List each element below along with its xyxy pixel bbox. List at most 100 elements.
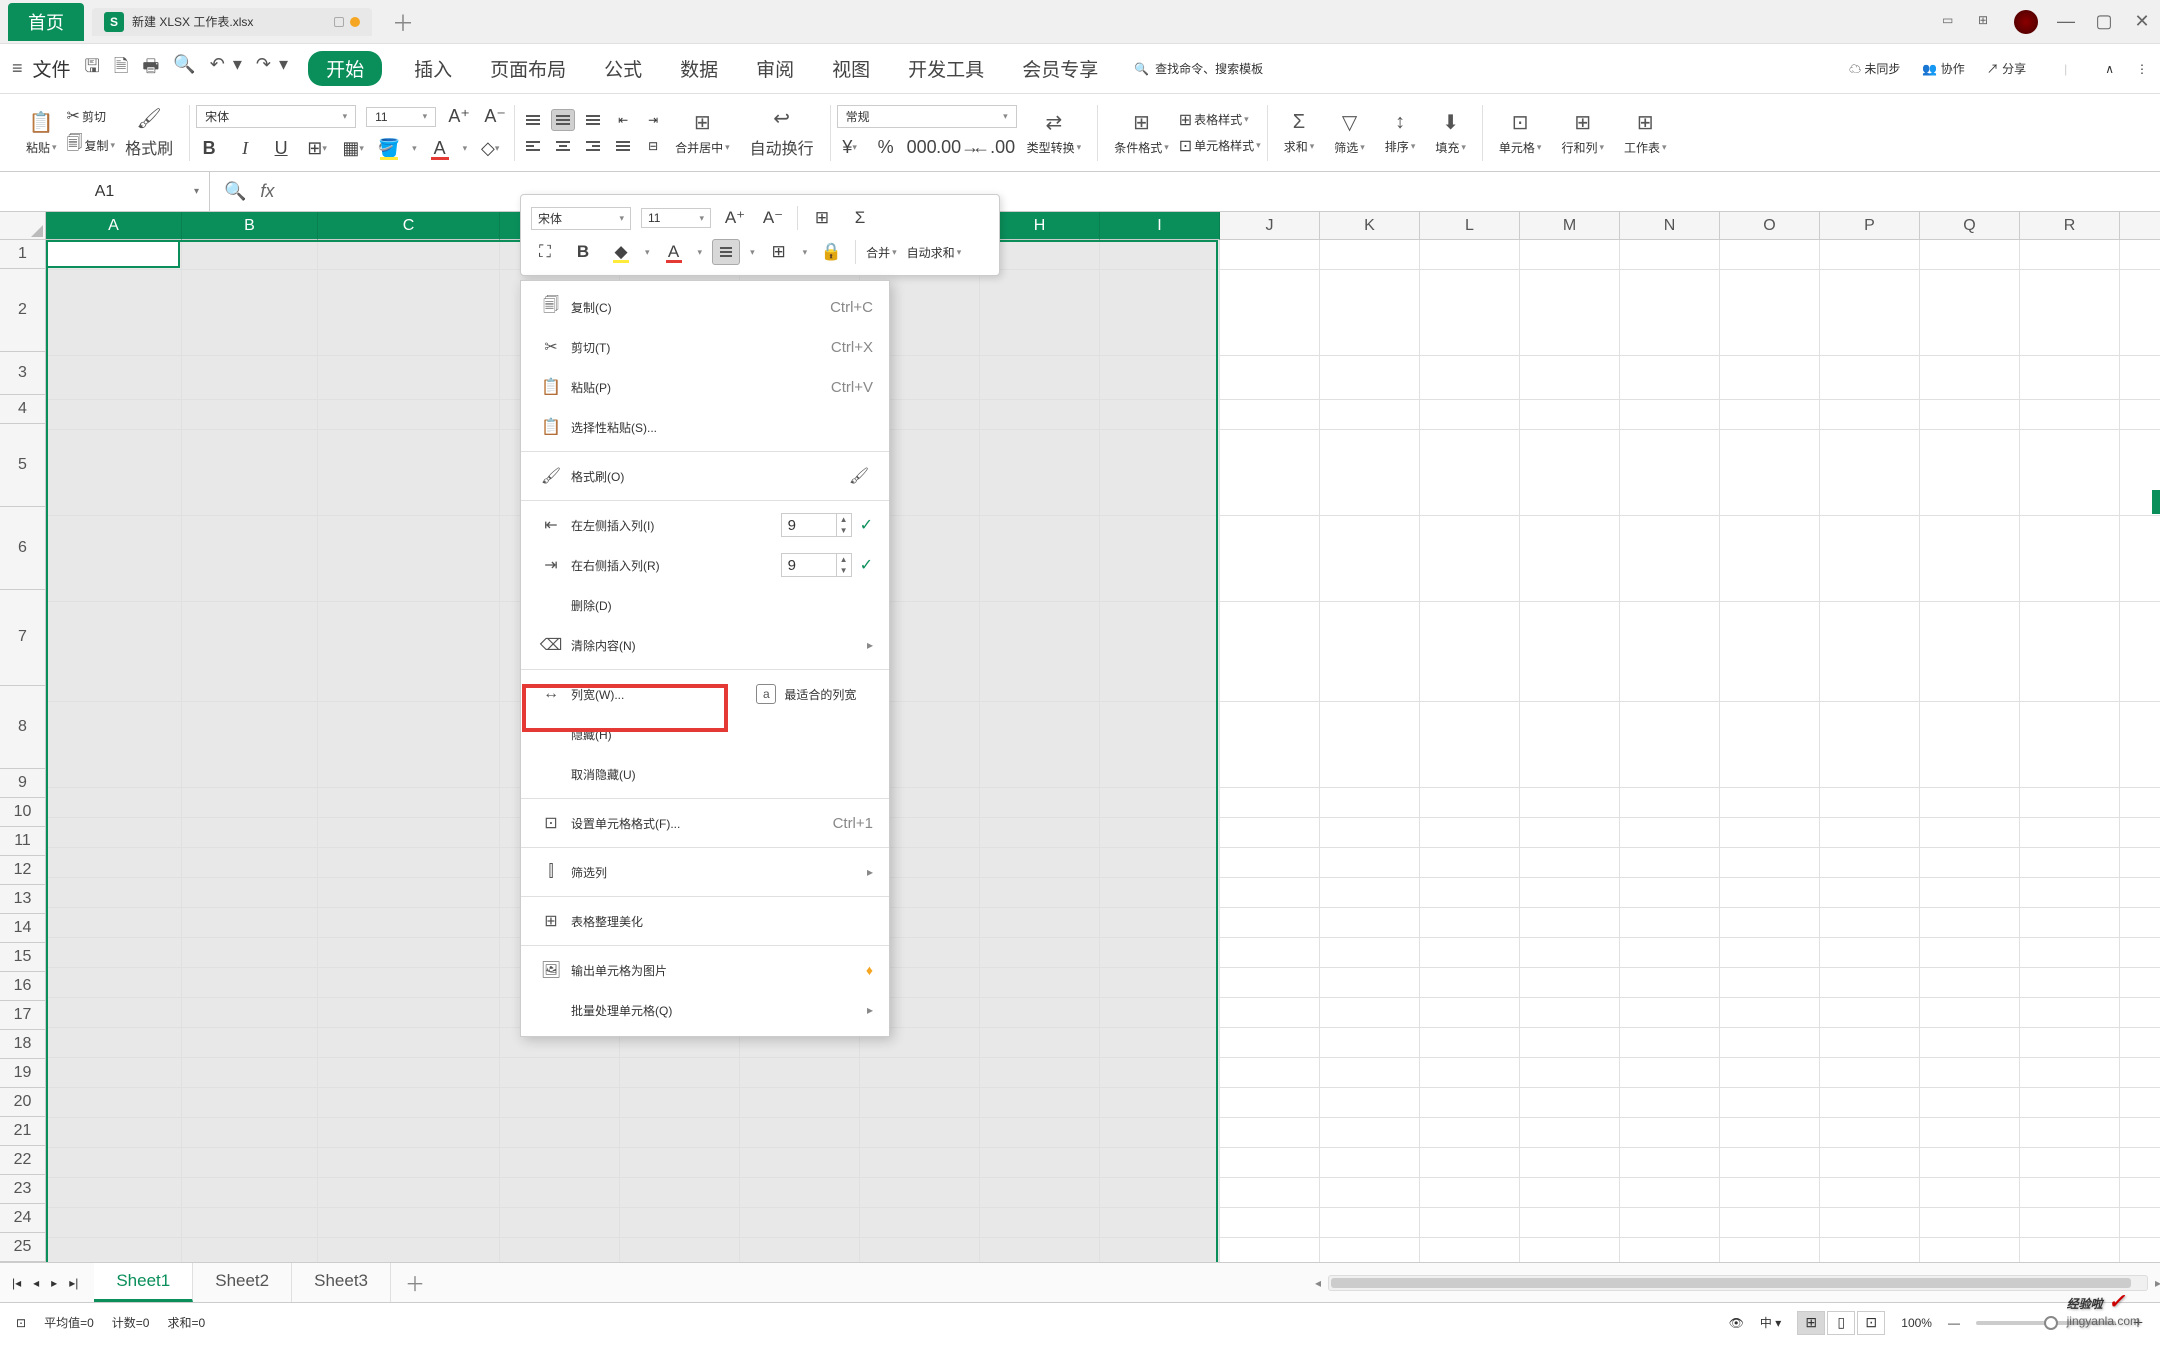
cell[interactable] [980,908,1100,938]
fill-button[interactable]: 填充▾ [1435,139,1466,156]
cell[interactable] [500,1058,620,1088]
cell[interactable] [1420,1178,1520,1208]
cell[interactable] [1520,818,1620,848]
col-header-M[interactable]: M [1520,212,1620,240]
view-normal-button[interactable]: ⊞ [1797,1311,1825,1335]
cell[interactable] [2020,908,2120,938]
cell[interactable] [980,788,1100,818]
ctx-format-painter[interactable]: 🖌格式刷(O)🖌 [521,456,889,496]
cell[interactable] [1220,1118,1320,1148]
cell[interactable] [980,938,1100,968]
col-header-S[interactable]: S [2120,212,2160,240]
cell[interactable] [1420,702,1520,788]
col-header-O[interactable]: O [1720,212,1820,240]
cell[interactable] [182,1238,318,1262]
cell[interactable] [2120,848,2160,878]
cell[interactable] [46,1088,182,1118]
menu-tab-1[interactable]: 插入 [408,51,458,86]
cell[interactable] [318,1118,500,1148]
cell[interactable] [46,968,182,998]
menu-tab-8[interactable]: 会员专享 [1016,51,1104,86]
check-icon[interactable]: ✓ [860,515,873,535]
cell[interactable] [1620,1058,1720,1088]
cell[interactable] [1100,240,1220,270]
cell[interactable] [318,938,500,968]
tab-document[interactable]: S 新建 XLSX 工作表.xlsx [92,8,372,36]
print-preview-icon[interactable]: 🔍 [173,54,195,84]
view-page-button[interactable]: ▯ [1827,1311,1855,1335]
cell[interactable] [1520,998,1620,1028]
cell[interactable] [1420,1148,1520,1178]
cell[interactable] [2020,998,2120,1028]
cell[interactable] [1100,998,1220,1028]
cell[interactable] [46,356,182,400]
cell[interactable] [1220,1178,1320,1208]
cell[interactable] [46,270,182,356]
cell[interactable] [1620,848,1720,878]
cell[interactable] [318,848,500,878]
cell[interactable] [46,788,182,818]
cell[interactable] [1820,270,1920,356]
cell[interactable] [1320,968,1420,998]
cell[interactable] [318,968,500,998]
cell[interactable] [1220,998,1320,1028]
cell[interactable] [1920,1118,2020,1148]
mini-fill-color-button[interactable]: ◆ [607,239,635,265]
select-all-corner[interactable] [0,212,46,240]
cell[interactable] [1920,878,2020,908]
cell[interactable] [1520,788,1620,818]
cell[interactable] [1620,400,1720,430]
rowcol-icon[interactable]: ⊞ [1574,110,1591,135]
cell[interactable] [1820,240,1920,270]
cell[interactable] [980,602,1100,702]
cell[interactable] [1100,1178,1220,1208]
cell[interactable] [1320,400,1420,430]
cell[interactable] [1720,968,1820,998]
cell[interactable] [1820,1208,1920,1238]
cell[interactable] [2020,702,2120,788]
cell[interactable] [1520,848,1620,878]
cell[interactable] [1220,1238,1320,1262]
cell[interactable] [46,848,182,878]
cell[interactable] [1420,270,1520,356]
cell[interactable] [1820,1178,1920,1208]
cell[interactable] [1720,602,1820,702]
menu-tab-4[interactable]: 数据 [674,51,724,86]
cell[interactable] [1320,270,1420,356]
cell[interactable] [1100,968,1220,998]
cell[interactable] [1520,240,1620,270]
cell[interactable] [318,1238,500,1262]
decrease-font-icon[interactable]: A⁻ [482,104,508,130]
sheet-tab-Sheet3[interactable]: Sheet3 [292,1263,391,1302]
format-painter-button[interactable]: 格式刷 [125,135,173,159]
align-middle-icon[interactable] [551,109,575,131]
distribute-icon[interactable]: ⊟ [641,135,665,157]
row-header-17[interactable]: 17 [0,1001,46,1030]
cell[interactable] [1100,516,1220,602]
ctx-insert-right[interactable]: ⇥在右侧插入列(R) ▲▼✓ [521,545,889,585]
mini-screenshot-icon[interactable]: ⛶ [531,239,559,265]
cell[interactable] [1820,602,1920,702]
cell[interactable] [2120,1058,2160,1088]
cell[interactable] [2020,878,2120,908]
cell[interactable] [1720,818,1820,848]
cell[interactable] [46,1058,182,1088]
cell[interactable] [500,1088,620,1118]
cell[interactable] [1220,878,1320,908]
cell[interactable] [1100,1058,1220,1088]
cell[interactable] [182,818,318,848]
mini-border-button[interactable]: ⊞ [765,239,793,265]
row-header-14[interactable]: 14 [0,914,46,943]
cell[interactable] [1220,1028,1320,1058]
rowcol-button[interactable]: 行和列▾ [1561,139,1604,156]
cell[interactable] [182,602,318,702]
new-tab-button[interactable]: ＋ [392,6,414,38]
cell[interactable] [1100,1118,1220,1148]
cell[interactable] [1100,400,1220,430]
cell[interactable] [860,1058,980,1088]
merge-icon[interactable]: ⊞ [694,110,711,135]
col-header-N[interactable]: N [1620,212,1720,240]
cell[interactable] [2120,1208,2160,1238]
cell[interactable] [1100,848,1220,878]
row-header-12[interactable]: 12 [0,856,46,885]
